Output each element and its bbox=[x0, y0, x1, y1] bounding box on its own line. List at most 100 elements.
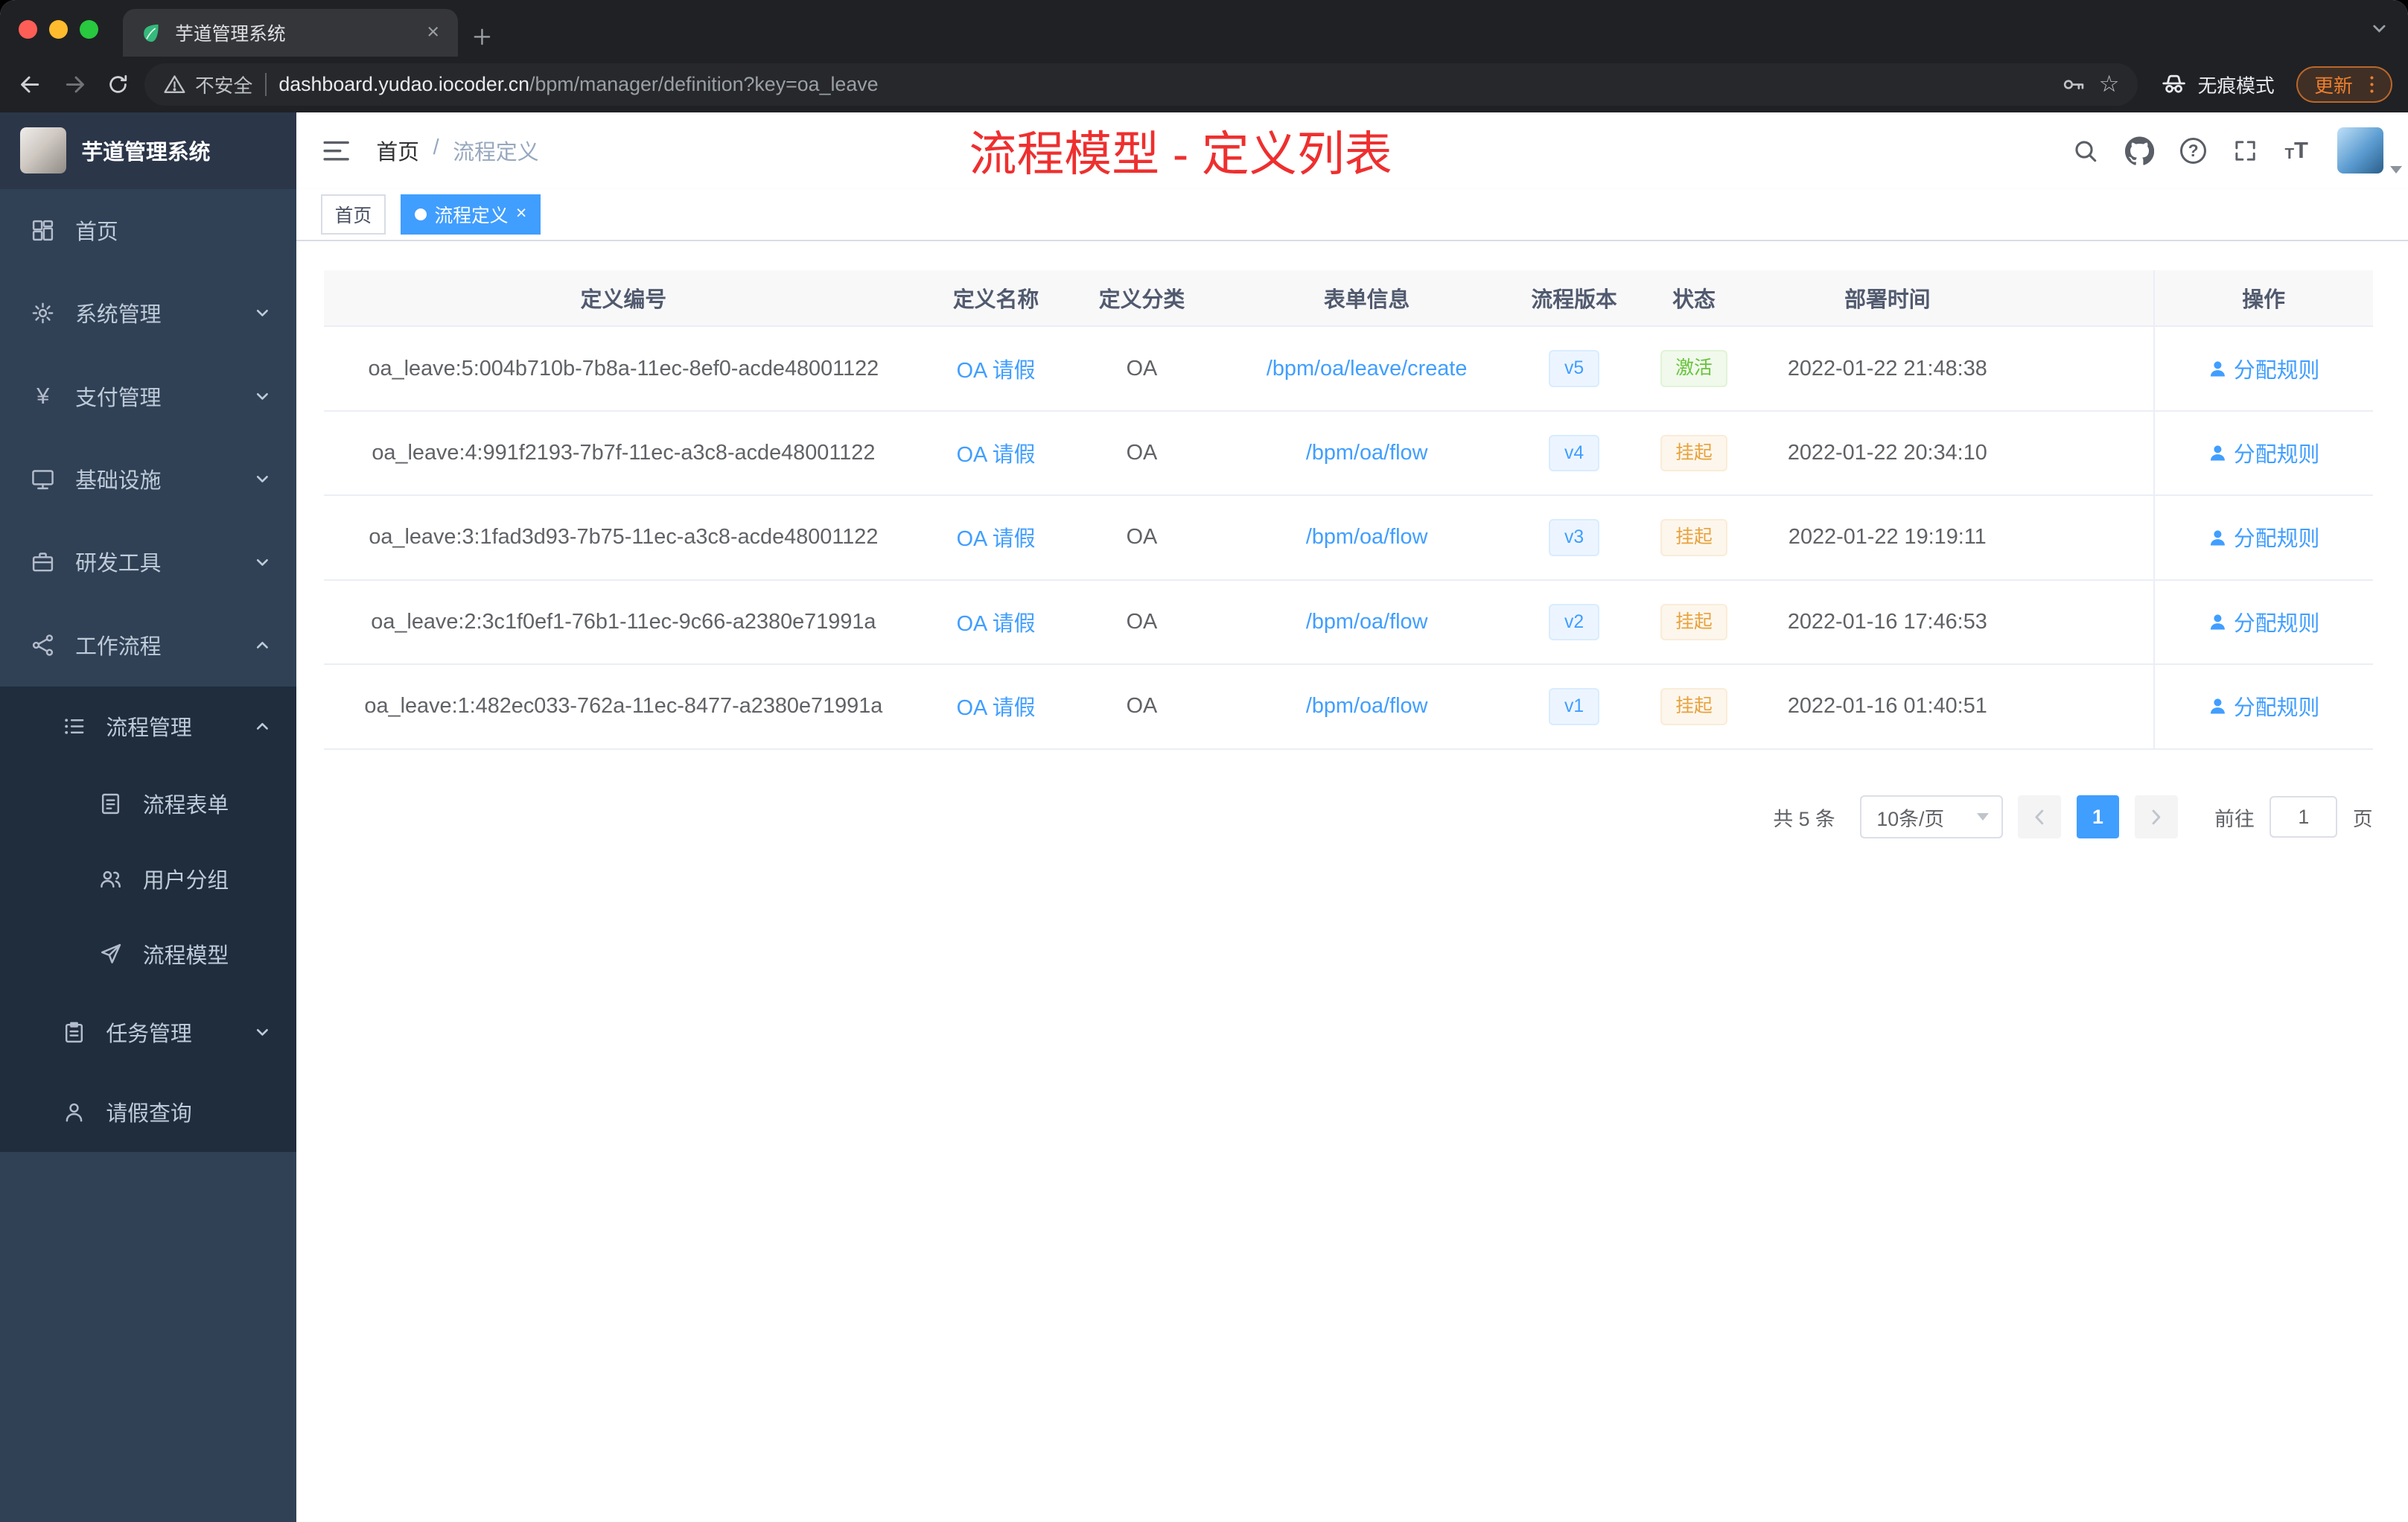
sidebar-item-system[interactable]: 系统管理 bbox=[0, 272, 296, 354]
assign-rule-link[interactable]: 分配规则 bbox=[2208, 522, 2319, 553]
tab-close-icon[interactable]: × bbox=[421, 20, 445, 45]
infra-icon bbox=[31, 467, 55, 491]
definition-name-link[interactable]: OA 请假 bbox=[957, 691, 1036, 722]
goto-label: 前往 bbox=[2214, 807, 2255, 830]
tag-label: 流程定义 bbox=[434, 206, 509, 226]
browser-menu-dots-icon[interactable] bbox=[2360, 73, 2383, 96]
hamburger-icon[interactable] bbox=[321, 136, 351, 166]
chevron-up-icon bbox=[253, 717, 272, 736]
assign-rule-link[interactable]: 分配规则 bbox=[2208, 438, 2319, 468]
sidebar-item-process-model[interactable]: 流程模型 bbox=[0, 917, 297, 993]
total-count: 共 5 条 bbox=[1773, 807, 1835, 830]
definition-category: OA bbox=[1126, 609, 1158, 634]
definition-name-link[interactable]: OA 请假 bbox=[957, 438, 1036, 468]
sidebar-item-process-form[interactable]: 流程表单 bbox=[0, 766, 297, 842]
new-tab-button[interactable] bbox=[471, 26, 493, 48]
assign-rule-link[interactable]: 分配规则 bbox=[2208, 691, 2319, 722]
forward-button[interactable] bbox=[57, 71, 92, 98]
definitions-table: 定义编号 定义名称 定义分类 表单信息 流程版本 状态 部署时间 操作 oa_leave:5:… bbox=[324, 270, 2373, 750]
font-size-icon[interactable]: TT bbox=[2284, 138, 2307, 162]
browser-tab[interactable]: 芋道管理系统 × bbox=[123, 9, 458, 57]
app-title: 芋道管理系统 bbox=[81, 140, 211, 165]
deploy-time: 2022-01-22 21:48:38 bbox=[1787, 356, 1987, 380]
tag-item[interactable]: 首页 bbox=[321, 194, 386, 235]
sidebar-item-leave-query[interactable]: 请假查询 bbox=[0, 1072, 297, 1152]
reload-button[interactable] bbox=[101, 72, 135, 97]
address-bar[interactable]: 不安全 dashboard.yudao.iocoder.cn/bpm/manag… bbox=[144, 63, 2138, 106]
sidebar-item-label: 支付管理 bbox=[75, 386, 162, 410]
github-icon[interactable] bbox=[2124, 136, 2155, 165]
deploy-time: 2022-01-16 17:46:53 bbox=[1787, 609, 1987, 634]
help-icon[interactable]: ? bbox=[2180, 137, 2207, 164]
sidebar-item-task-manage[interactable]: 任务管理 bbox=[0, 992, 297, 1072]
version-badge: v5 bbox=[1549, 350, 1599, 387]
definition-name-link[interactable]: OA 请假 bbox=[957, 607, 1036, 637]
breadcrumb-home[interactable]: 首页 bbox=[376, 136, 419, 166]
table-header: 定义编号 定义名称 定义分类 表单信息 流程版本 状态 部署时间 操作 bbox=[324, 270, 2373, 328]
annotation-title: 流程模型 - 定义列表 bbox=[969, 127, 1392, 182]
warning-triangle-icon bbox=[163, 73, 186, 96]
browser-toolbar: 不安全 dashboard.yudao.iocoder.cn/bpm/manag… bbox=[0, 57, 2408, 112]
table-body: oa_leave:5:004b710b-7b8a-11ec-8ef0-acde4… bbox=[324, 327, 2373, 750]
sidebar-item-process-manage[interactable]: 流程管理 bbox=[0, 686, 297, 767]
assign-rule-link[interactable]: 分配规则 bbox=[2208, 354, 2319, 384]
sidebar-item-infra[interactable]: 基础设施 bbox=[0, 438, 296, 520]
version-badge: v2 bbox=[1549, 603, 1599, 641]
tag-label: 首页 bbox=[334, 206, 372, 226]
sidebar-item-label: 流程管理 bbox=[106, 716, 192, 741]
tag-active[interactable]: 流程定义 × bbox=[401, 194, 541, 235]
definition-name-link[interactable]: OA 请假 bbox=[957, 354, 1036, 384]
security-status[interactable]: 不安全 bbox=[163, 71, 252, 98]
update-button[interactable]: 更新 bbox=[2296, 66, 2393, 104]
page-content: 定义编号 定义名称 定义分类 表单信息 流程版本 状态 部署时间 操作 oa_leave:5:… bbox=[296, 241, 2408, 1522]
form-link[interactable]: /bpm/oa/leave/create bbox=[1267, 357, 1468, 381]
column-header: 流程版本 bbox=[1531, 287, 1617, 312]
assign-rule-label: 分配规则 bbox=[2233, 611, 2320, 636]
yen-icon: ¥ bbox=[36, 382, 50, 409]
status-badge: 挂起 bbox=[1660, 603, 1728, 641]
definition-id: oa_leave:5:004b710b-7b8a-11ec-8ef0-acde4… bbox=[368, 356, 879, 380]
minimize-window-button[interactable] bbox=[49, 19, 68, 39]
app-logo[interactable]: 芋道管理系统 bbox=[0, 112, 297, 189]
assign-rule-link[interactable]: 分配规则 bbox=[2208, 607, 2320, 637]
sidebar-item-devtools[interactable]: 研发工具 bbox=[0, 520, 296, 603]
next-page-button[interactable] bbox=[2134, 795, 2178, 839]
sidebar-item-label: 任务管理 bbox=[106, 1022, 192, 1046]
table-row: oa_leave:3:1fad3d93-7b75-11ec-a3c8-acde4… bbox=[324, 496, 2373, 581]
fullscreen-icon[interactable] bbox=[2232, 138, 2258, 164]
tag-close-icon[interactable]: × bbox=[516, 205, 526, 223]
sidebar: 芋道管理系统 首页 系统管理 ¥ 支付管理基础设施 研发工具 工作流程流程管理流程表单 用户… bbox=[0, 112, 297, 1522]
form-link[interactable]: /bpm/oa/flow bbox=[1306, 610, 1428, 634]
sidebar-item-payment[interactable]: ¥ 支付管理 bbox=[0, 354, 296, 437]
page-size-select[interactable]: 10条/页 bbox=[1859, 795, 2003, 839]
prev-page-button[interactable] bbox=[2018, 795, 2061, 839]
sidebar-item-user-group[interactable]: 用户分组 bbox=[0, 841, 297, 917]
form-link[interactable]: /bpm/oa/flow bbox=[1306, 525, 1428, 550]
form-link[interactable]: /bpm/oa/flow bbox=[1306, 694, 1428, 719]
form-link[interactable]: /bpm/oa/flow bbox=[1306, 441, 1428, 465]
definition-category: OA bbox=[1126, 694, 1158, 719]
back-button[interactable] bbox=[13, 71, 48, 98]
password-key-icon[interactable] bbox=[2060, 71, 2086, 98]
user-menu[interactable] bbox=[2337, 127, 2402, 174]
pagination: 共 5 条 10条/页 1 前往 页 bbox=[324, 795, 2373, 839]
url-text[interactable]: dashboard.yudao.iocoder.cn/bpm/manager/d… bbox=[278, 73, 2048, 96]
sidebar-item-workflow[interactable]: 工作流程 bbox=[0, 604, 296, 687]
url-path: /bpm/manager/definition?key=oa_leave bbox=[529, 72, 879, 95]
incognito-badge: 无痕模式 bbox=[2159, 70, 2275, 99]
bookmark-star-icon[interactable]: ☆ bbox=[2099, 72, 2120, 96]
incognito-icon bbox=[2159, 70, 2188, 99]
column-header: 定义编号 bbox=[580, 287, 667, 312]
search-icon[interactable] bbox=[2071, 137, 2099, 165]
zoom-window-button[interactable] bbox=[80, 19, 98, 39]
tab-search-chevron-icon[interactable] bbox=[2369, 19, 2389, 39]
version-badge: v4 bbox=[1549, 434, 1599, 472]
sidebar-item-home[interactable]: 首页 bbox=[0, 189, 296, 272]
tab-favicon-icon bbox=[140, 22, 163, 45]
close-window-button[interactable] bbox=[18, 19, 37, 39]
goto-page-input[interactable] bbox=[2270, 796, 2338, 838]
page-number-current[interactable]: 1 bbox=[2076, 795, 2120, 839]
definition-id: oa_leave:1:482ec033-762a-11ec-8477-a2380… bbox=[364, 694, 883, 719]
user-icon bbox=[2208, 443, 2228, 463]
definition-name-link[interactable]: OA 请假 bbox=[957, 522, 1036, 553]
